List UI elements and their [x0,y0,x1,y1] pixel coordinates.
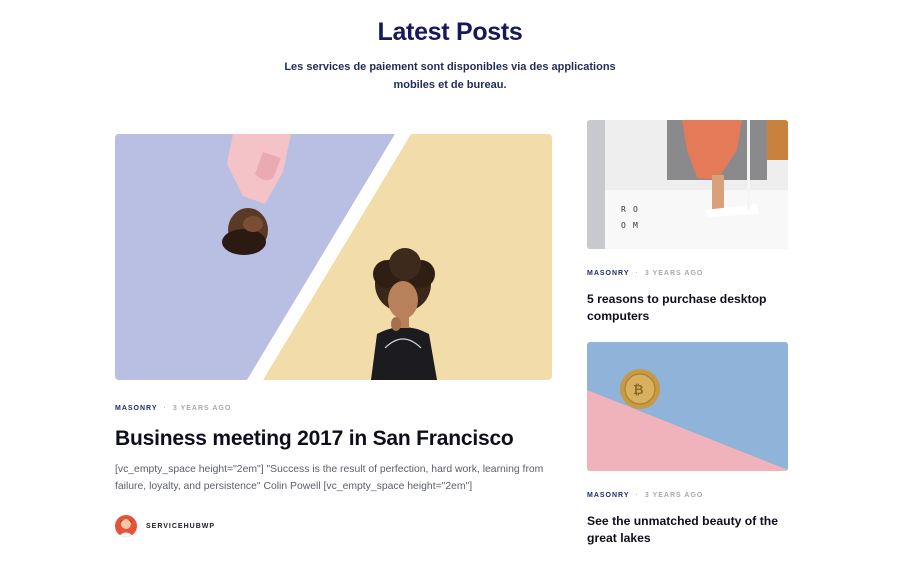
post-author[interactable]: SERVICEHUBWP [115,515,552,537]
meta-separator: · [163,405,167,412]
featured-post-title[interactable]: Business meeting 2017 in San Francisco [115,427,552,451]
room-letter: O [633,205,638,214]
side-post: R O O M MASONRY · 3 YEARS AGO 5 reasons … [587,120,788,325]
post-date: 3 YEARS AGO [172,405,232,412]
post-meta: MASONRY · 3 YEARS AGO [587,492,788,499]
post-meta: MASONRY · 3 YEARS AGO [587,270,788,277]
meta-separator: · [635,492,639,499]
room-letter: R [621,205,626,214]
room-letter: O [621,221,626,230]
post-category[interactable]: MASONRY [115,405,158,412]
post-date: 3 YEARS AGO [644,270,704,277]
featured-post-image[interactable] [115,134,552,380]
section-title: Latest Posts [377,18,523,46]
side-post: ₿ MASONRY · 3 YEARS AGO See the unmatche… [587,342,788,547]
featured-post-excerpt: [vc_empty_space height="2em"] "Success i… [115,464,544,492]
side-post-title[interactable]: See the unmatched beauty of the great la… [587,513,788,547]
meta-separator: · [635,270,639,277]
post-date: 3 YEARS AGO [644,492,704,499]
author-name[interactable]: SERVICEHUBWP [146,523,215,530]
post-category[interactable]: MASONRY [587,270,630,277]
post-category[interactable]: MASONRY [587,492,630,499]
side-post-image[interactable]: R O O M [587,120,788,249]
post-meta: MASONRY · 3 YEARS AGO [115,405,552,412]
avatar[interactable] [115,515,137,537]
featured-post: MASONRY · 3 YEARS AGO Business meeting 2… [115,134,552,537]
svg-text:₿: ₿ [633,383,644,398]
room-letter: M [633,221,638,230]
side-post-image[interactable]: ₿ [587,342,788,471]
section-subtitle: Les services de paiement sont disponible… [284,61,616,91]
side-post-title[interactable]: 5 reasons to purchase desktop computers [587,291,788,325]
